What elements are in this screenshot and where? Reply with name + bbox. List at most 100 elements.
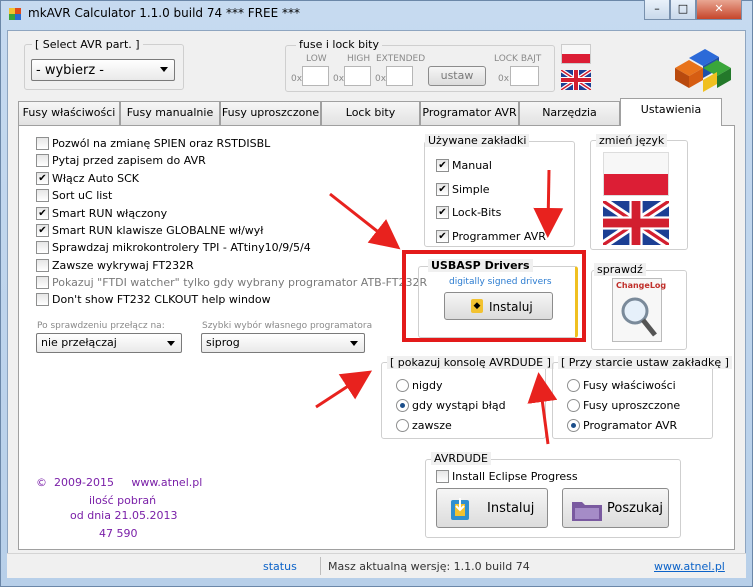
console-error-radio[interactable] <box>396 399 409 412</box>
tab-narzedzia[interactable]: Narzędzia <box>519 101 620 125</box>
minimize-button[interactable]: – <box>644 0 670 20</box>
avrdude-install-label: Instaluj <box>487 501 535 516</box>
fuse-low-label: LOW <box>306 54 327 64</box>
atnel-link[interactable]: www.atnel.pl <box>654 560 725 573</box>
tab-lock-bity[interactable]: Lock bity <box>321 101 420 125</box>
avr-part-legend: [ Select AVR part. ] <box>32 38 143 51</box>
startup-fusy-uproszczone-radio[interactable] <box>567 399 580 412</box>
downloads-label: ilość pobrań <box>89 494 157 507</box>
fuse-high-label: HIGH <box>347 54 371 64</box>
tab-programator-avr[interactable]: Programator AVR <box>420 101 519 125</box>
programmer-pick-value: siprog <box>206 336 240 349</box>
avrdude-search-label: Poszukaj <box>607 501 664 516</box>
startup-programator-label: Programator AVR <box>583 419 678 432</box>
avrdude-legend: AVRDUDE <box>431 452 491 465</box>
console-never-label: nigdy <box>412 379 443 392</box>
used-tab-programmer-label: Programmer AVR <box>452 230 546 243</box>
option-ft232r-checkbox[interactable] <box>36 259 49 272</box>
fuse-high-input[interactable] <box>344 66 371 86</box>
tab-fusy-uproszczone[interactable]: Fusy uproszczone <box>220 101 321 125</box>
option-spien-checkbox[interactable] <box>36 137 49 150</box>
used-tab-manual-checkbox[interactable]: ✔ <box>436 159 449 172</box>
console-always-label: zawsze <box>412 419 452 432</box>
tab-fusy-manualnie[interactable]: Fusy manualnie <box>120 101 220 125</box>
avr-part-select[interactable]: - wybierz - <box>31 59 175 81</box>
avrdude-install-button[interactable]: Instaluj <box>436 488 548 528</box>
usbasp-install-label: Instaluj <box>489 300 533 314</box>
console-never-radio[interactable] <box>396 379 409 392</box>
language-legend: zmień język <box>596 134 668 147</box>
fuse-ext-prefix: 0x <box>375 74 387 84</box>
startup-fusy-uproszczone-label: Fusy uproszczone <box>583 399 681 412</box>
used-tab-manual-label: Manual <box>452 159 492 172</box>
magnifier-icon <box>621 297 657 337</box>
polish-flag-icon[interactable] <box>561 44 591 64</box>
status-text: status <box>263 560 297 573</box>
fuse-set-button[interactable]: ustaw <box>428 66 486 86</box>
eclipse-progress-checkbox[interactable] <box>436 470 449 483</box>
option-auto-sck-checkbox[interactable]: ✔ <box>36 172 49 185</box>
changelog-icon-text: ChangeLog <box>616 281 667 290</box>
fuse-low-prefix: 0x <box>291 74 303 84</box>
console-error-label: gdy wystąpi błąd <box>412 399 506 412</box>
install-icon <box>451 498 469 520</box>
option-clkout-checkbox[interactable] <box>36 293 49 306</box>
option-smart-run-global-checkbox[interactable]: ✔ <box>36 224 49 237</box>
startup-tab-legend: [ Przy starcie ustaw zakładkę ] <box>558 356 732 369</box>
chevron-down-icon <box>350 341 358 346</box>
used-tab-lockbits-label: Lock-Bits <box>452 206 502 219</box>
version-text: Masz aktualną wersję: 1.1.0 build 74 <box>328 560 530 573</box>
downloads-count: 47 590 <box>99 527 138 540</box>
usbasp-subtitle: digitally signed drivers <box>449 277 552 287</box>
fuse-extended-label: EXTENDED <box>376 54 426 64</box>
fuse-extended-input[interactable] <box>386 66 413 86</box>
startup-programator-radio[interactable] <box>567 419 580 432</box>
used-tab-simple-label: Simple <box>452 183 490 196</box>
eclipse-progress-label: Install Eclipse Progress <box>452 470 578 483</box>
used-tab-programmer-checkbox[interactable]: ✔ <box>436 230 449 243</box>
after-check-value: nie przełączaj <box>41 336 117 349</box>
console-legend: [ pokazuj konsolę AVRDUDE ] <box>387 356 554 369</box>
uk-flag-icon[interactable] <box>561 70 591 90</box>
option-sort-checkbox[interactable] <box>36 189 49 202</box>
close-button[interactable]: ✕ <box>696 0 742 20</box>
used-tabs-legend: Używane zakładki <box>425 134 530 147</box>
chevron-down-icon <box>167 341 175 346</box>
window-title: mkAVR Calculator 1.1.0 build 74 *** FREE… <box>28 6 300 20</box>
option-tpi-checkbox[interactable] <box>36 241 49 254</box>
startup-fusy-wlasciwosci-radio[interactable] <box>567 379 580 392</box>
changelog-icon[interactable]: ChangeLog <box>612 278 666 342</box>
after-check-select[interactable]: nie przełączaj <box>36 333 182 353</box>
programmer-pick-select[interactable]: siprog <box>201 333 365 353</box>
downloads-since: od dnia 21.05.2013 <box>70 509 178 522</box>
option-ftdi-checkbox[interactable] <box>36 276 49 289</box>
avr-part-value: - wybierz - <box>36 63 105 78</box>
shield-icon: ◆ <box>471 299 483 313</box>
startup-fusy-wlasciwosci-label: Fusy właściwości <box>583 379 676 392</box>
programmer-pick-label: Szybki wybór własnego programatora <box>202 321 373 331</box>
tab-fusy-wlasciwosci[interactable]: Fusy właściwości <box>18 101 120 125</box>
option-smart-run-checkbox[interactable]: ✔ <box>36 207 49 220</box>
maximize-button[interactable]: □ <box>670 0 696 20</box>
console-always-radio[interactable] <box>396 419 409 432</box>
fuse-low-input[interactable] <box>302 66 329 86</box>
used-tab-simple-checkbox[interactable]: ✔ <box>436 183 449 196</box>
fuse-lock-label: LOCK BAJT <box>494 54 542 64</box>
atnel-logo-icon <box>675 49 731 92</box>
after-check-label: Po sprawdzeniu przełącz na: <box>37 321 165 331</box>
app-icon <box>9 8 21 20</box>
folder-icon <box>572 502 602 521</box>
usbasp-install-button[interactable]: ◆ Instaluj <box>444 292 553 320</box>
uk-flag-icon[interactable] <box>603 201 669 245</box>
usbasp-title: USBASP Drivers <box>428 259 533 272</box>
chevron-down-icon <box>160 67 168 72</box>
copyright-text: © 2009-2015 www.atnel.pl <box>36 476 203 489</box>
option-ask-checkbox[interactable] <box>36 154 49 167</box>
tab-ustawienia[interactable]: Ustawienia <box>620 98 722 126</box>
avrdude-search-button[interactable]: Poszukaj <box>562 488 669 528</box>
check-legend: sprawdź <box>594 263 646 276</box>
polish-flag-icon[interactable] <box>603 152 669 196</box>
used-tab-lockbits-checkbox[interactable]: ✔ <box>436 206 449 219</box>
fuse-lock-input[interactable] <box>510 66 539 86</box>
status-separator <box>320 557 321 575</box>
